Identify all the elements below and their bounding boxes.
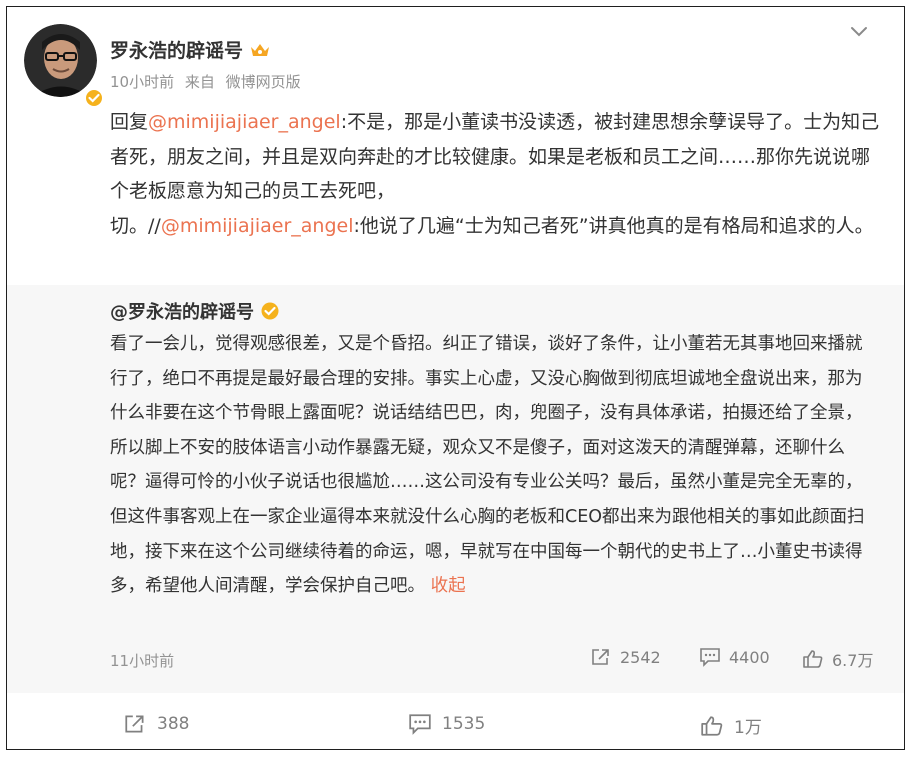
- post-source: 微博网页版: [225, 73, 301, 91]
- avatar[interactable]: [24, 24, 104, 108]
- quoted-author[interactable]: @罗永浩的辟谣号: [110, 298, 254, 324]
- repost-button[interactable]: 388: [123, 713, 189, 735]
- post-text: 回复: [110, 111, 149, 133]
- quoted-like-count: 6.7万: [832, 651, 874, 670]
- quoted-like-button[interactable]: 6.7万: [802, 647, 873, 671]
- weibo-post-card: 罗永浩的辟谣号 10小时前 来自 微博网页版 回复@mimijiajiaer_a…: [6, 6, 905, 750]
- quoted-content: 看了一会儿，觉得观感很差，又是个昏招。纠正了错误，谈好了条件，让小董若无其事地回…: [110, 327, 870, 604]
- mention-link[interactable]: @mimijiajiaer_angel: [161, 215, 354, 237]
- post-meta: 10小时前 来自 微博网页版: [110, 71, 307, 92]
- author-name[interactable]: 罗永浩的辟谣号: [110, 36, 243, 63]
- comment-icon: [409, 714, 431, 735]
- quoted-author-row: @罗永浩的辟谣号: [110, 298, 280, 324]
- crown-badge-icon: [251, 43, 270, 56]
- quoted-time[interactable]: 11小时前: [110, 650, 174, 671]
- avatar-photo: [24, 24, 97, 97]
- comment-icon: [700, 648, 720, 667]
- quoted-repost-button[interactable]: 2542: [590, 647, 661, 667]
- verified-badge-icon: [84, 88, 104, 108]
- repost-count: 388: [157, 714, 190, 734]
- quoted-repost-count: 2542: [620, 647, 661, 667]
- author-name-row: 罗永浩的辟谣号: [110, 36, 271, 63]
- source-prefix: 来自: [184, 73, 215, 91]
- repost-icon: [592, 649, 609, 665]
- like-button[interactable]: 1万: [700, 713, 762, 738]
- quoted-text: 看了一会儿，觉得观感很差，又是个昏招。纠正了错误，谈好了条件，让小董若无其事地回…: [110, 334, 865, 597]
- thumbs-up-icon: [701, 715, 723, 736]
- verified-badge-icon: [261, 302, 279, 320]
- quoted-comment-count: 4400: [729, 647, 770, 667]
- comment-button[interactable]: 1535: [408, 713, 485, 735]
- mention-link[interactable]: @mimijiajiaer_angel: [148, 111, 341, 133]
- collapse-link[interactable]: 收起: [431, 576, 466, 596]
- post-content: 回复@mimijiajiaer_angel:不是，那是小董读书没读透，被封建思想…: [110, 105, 880, 243]
- chevron-down-icon[interactable]: [848, 23, 870, 39]
- post-text: 切。//: [110, 214, 161, 237]
- post-time[interactable]: 10小时前: [110, 73, 174, 91]
- thumbs-up-icon: [803, 650, 823, 668]
- post-text: :他说了几遍“士为知己者死”讲真他真的是有格局和追求的人。: [353, 214, 874, 237]
- quoted-comment-button[interactable]: 4400: [699, 647, 770, 667]
- comment-count: 1535: [442, 714, 486, 734]
- repost-icon: [125, 715, 144, 733]
- like-count: 1万: [734, 718, 762, 738]
